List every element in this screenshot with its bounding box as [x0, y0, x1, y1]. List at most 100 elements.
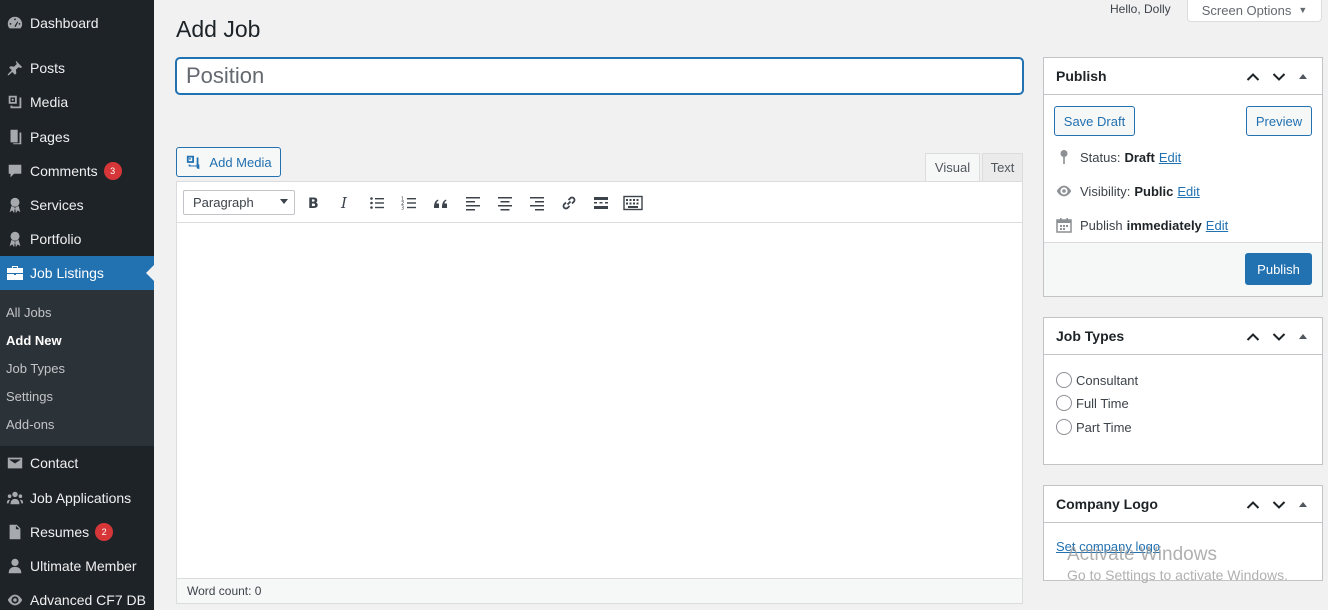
pages-icon	[0, 128, 30, 146]
submenu-add-ons[interactable]: Add-ons	[6, 417, 54, 432]
award-icon	[0, 196, 30, 214]
collapse-toggle-icon[interactable]	[1292, 324, 1314, 350]
bulleted-list-icon[interactable]	[365, 191, 389, 215]
menu-job-listings[interactable]: Job Listings	[0, 256, 154, 290]
status-label: Status:	[1080, 149, 1121, 165]
add-media-button[interactable]: Add Media	[176, 147, 281, 177]
editor-toolbar: Paragraph B I 123	[177, 182, 1022, 223]
add-media-label: Add Media	[209, 154, 272, 170]
preview-button[interactable]: Preview	[1246, 106, 1312, 136]
screen-options-label: Screen Options	[1201, 2, 1292, 18]
user-greeting[interactable]: Hello, Dolly	[1110, 2, 1171, 16]
submenu-all-jobs[interactable]: All Jobs	[6, 305, 52, 320]
pin-icon	[1054, 149, 1074, 165]
editor-content-area[interactable]	[177, 223, 1022, 578]
menu-posts[interactable]: Posts	[0, 51, 154, 85]
publish-box: Publish Save Draft Preview Status: Draft…	[1043, 57, 1323, 297]
chevron-down-icon[interactable]	[1266, 324, 1292, 350]
menu-dashboard[interactable]: Dashboard	[0, 6, 154, 40]
menu-label: Job Listings	[30, 265, 104, 281]
caret-down-icon	[280, 199, 288, 204]
job-type-option-consultant[interactable]: Consultant	[1056, 372, 1138, 388]
menu-label: Advanced CF7 DB	[30, 592, 146, 608]
chevron-up-icon[interactable]	[1240, 64, 1266, 90]
submenu-add-new[interactable]: Add New	[6, 333, 62, 348]
menu-job-applications[interactable]: Job Applications	[0, 481, 154, 515]
job-types-box-title: Job Types	[1056, 328, 1125, 344]
align-left-icon[interactable]	[461, 191, 485, 215]
set-company-logo-link[interactable]: Set company logo	[1056, 539, 1160, 554]
collapse-toggle-icon[interactable]	[1292, 64, 1314, 90]
align-center-icon[interactable]	[493, 191, 517, 215]
editor-status-bar: Word count: 0	[177, 578, 1022, 603]
svg-text:B: B	[308, 196, 319, 211]
publish-time-value: immediately	[1126, 217, 1202, 233]
status-value: Draft	[1124, 149, 1155, 165]
menu-services[interactable]: Services	[0, 188, 154, 222]
pin-icon	[0, 59, 30, 77]
chevron-down-icon[interactable]	[1266, 64, 1292, 90]
menu-label: Job Applications	[30, 490, 132, 506]
post-title-input[interactable]	[176, 58, 1023, 94]
dashboard-icon	[0, 14, 30, 32]
svg-text:I: I	[340, 195, 348, 211]
eye-icon	[1054, 184, 1074, 198]
radio-button[interactable]	[1056, 372, 1072, 388]
format-select[interactable]: Paragraph	[183, 190, 295, 215]
publish-box-title: Publish	[1056, 68, 1107, 84]
radio-button[interactable]	[1056, 419, 1072, 435]
italic-icon[interactable]: I	[333, 191, 357, 215]
job-type-option-full-time[interactable]: Full Time	[1056, 395, 1129, 411]
job-types-box: Job Types Consultant Full Time Part Time	[1043, 317, 1323, 465]
chevron-up-icon[interactable]	[1240, 324, 1266, 350]
svg-text:3: 3	[401, 206, 404, 212]
align-right-icon[interactable]	[525, 191, 549, 215]
media-icon	[185, 154, 203, 170]
eye-icon	[0, 591, 30, 609]
numbered-list-icon[interactable]: 123	[397, 191, 421, 215]
submenu-job-types[interactable]: Job Types	[6, 361, 65, 376]
menu-pages[interactable]: Pages	[0, 120, 154, 154]
link-icon[interactable]	[557, 191, 581, 215]
comment-icon	[0, 162, 30, 180]
job-type-option-part-time[interactable]: Part Time	[1056, 419, 1132, 435]
radio-button[interactable]	[1056, 395, 1072, 411]
menu-label: Ultimate Member	[30, 558, 137, 574]
media-icon	[0, 93, 30, 111]
menu-media[interactable]: Media	[0, 85, 154, 119]
collapse-toggle-icon[interactable]	[1292, 492, 1314, 518]
blockquote-icon[interactable]	[429, 191, 453, 215]
menu-label: Comments	[30, 163, 98, 179]
menu-comments[interactable]: Comments 3	[0, 154, 154, 188]
menu-contact[interactable]: Contact	[0, 446, 154, 480]
bold-icon[interactable]: B	[301, 191, 325, 215]
chevron-up-icon[interactable]	[1240, 492, 1266, 518]
tab-text[interactable]: Text	[982, 153, 1023, 182]
screen-options-button[interactable]: Screen Options ▼	[1187, 0, 1322, 22]
chevron-down-icon[interactable]	[1266, 492, 1292, 518]
briefcase-icon	[0, 264, 30, 282]
calendar-icon	[1054, 217, 1074, 233]
publish-button[interactable]: Publish	[1245, 253, 1312, 285]
document-icon	[0, 523, 30, 541]
page-title: Add Job	[176, 16, 261, 42]
edit-publish-time-link[interactable]: Edit	[1206, 218, 1228, 233]
edit-visibility-link[interactable]: Edit	[1177, 184, 1199, 199]
tab-visual[interactable]: Visual	[925, 153, 980, 182]
menu-advanced-cf7-db[interactable]: Advanced CF7 DB	[0, 583, 154, 610]
publish-time-row: Publish immediately Edit	[1054, 215, 1228, 235]
read-more-icon[interactable]	[589, 191, 613, 215]
user-icon	[0, 557, 30, 575]
resumes-count-badge: 2	[95, 523, 114, 541]
edit-status-link[interactable]: Edit	[1159, 150, 1181, 165]
menu-portfolio[interactable]: Portfolio	[0, 222, 154, 256]
menu-label: Portfolio	[30, 231, 82, 247]
visibility-label: Visibility:	[1080, 183, 1131, 199]
job-types-box-header: Job Types	[1044, 318, 1322, 355]
menu-ultimate-member[interactable]: Ultimate Member	[0, 549, 154, 583]
submenu-settings[interactable]: Settings	[6, 389, 53, 404]
save-draft-button[interactable]: Save Draft	[1054, 106, 1135, 136]
menu-resumes[interactable]: Resumes 2	[0, 515, 154, 549]
toolbar-toggle-icon[interactable]	[621, 191, 645, 215]
visibility-value: Public	[1134, 183, 1174, 199]
